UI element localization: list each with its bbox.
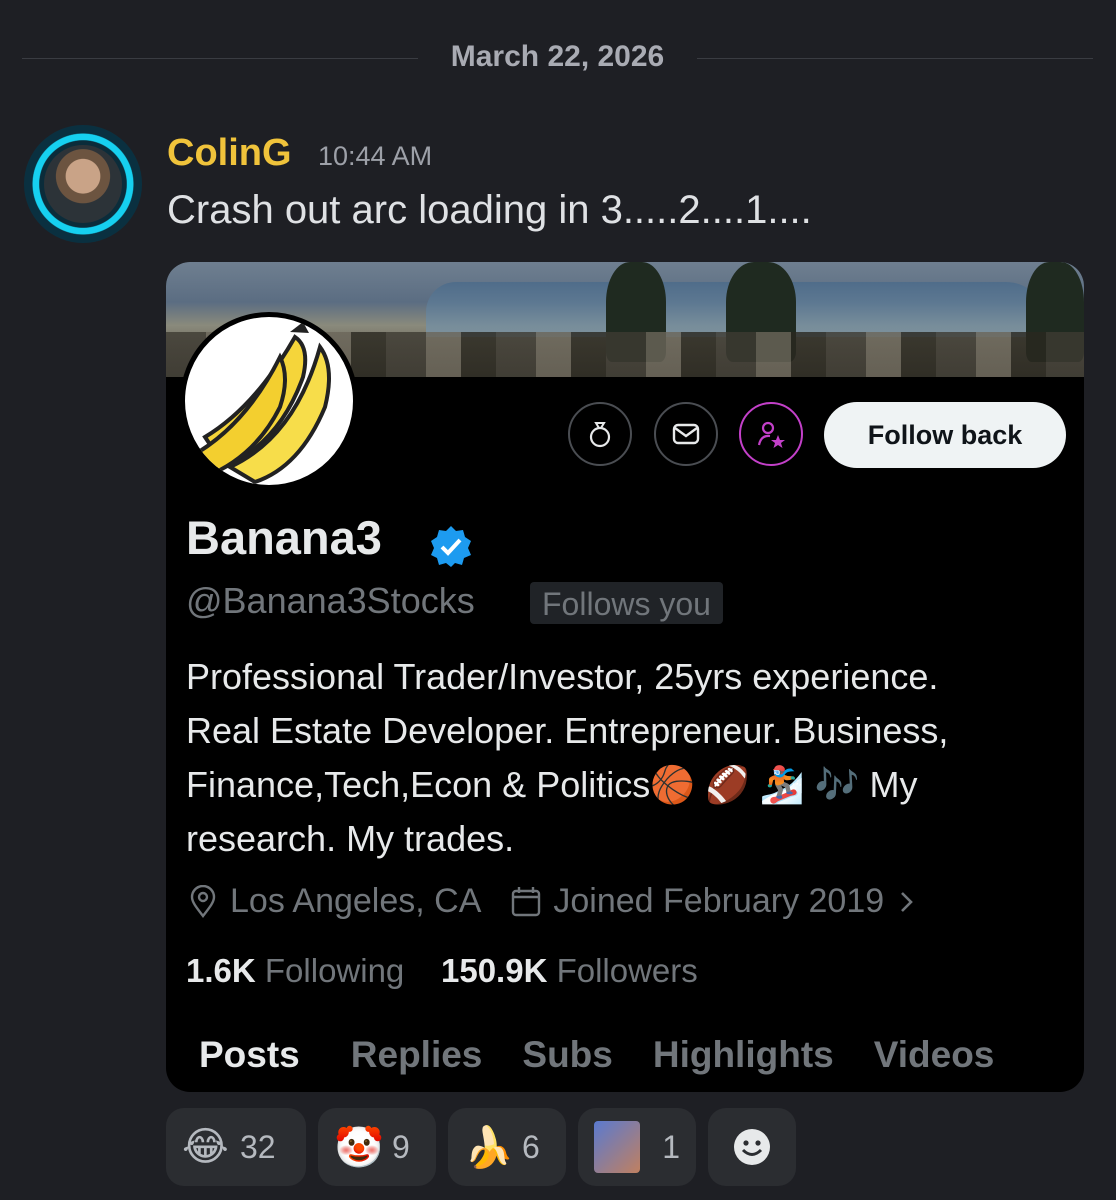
follow-back-button[interactable]: Follow back [824,402,1066,468]
date-divider: March 22, 2026 [450,40,665,73]
verified-badge-icon [431,526,471,567]
reaction-custom-avatar[interactable]: 1 [578,1108,696,1186]
tab-subs[interactable]: Subs [500,1034,630,1076]
reaction-count: 32 [240,1128,276,1165]
message-text: Crash out arc loading in 3.....2....1...… [167,188,812,232]
following-label: Following [264,952,405,989]
tab-highlights[interactable]: Highlights [631,1034,852,1076]
reaction-count: 6 [522,1128,540,1165]
reaction-banana[interactable]: 🍌 6 [448,1108,566,1186]
tab-replies[interactable]: Replies [318,1034,501,1076]
reaction-count: 1 [662,1128,680,1165]
add-reaction-button[interactable] [708,1108,796,1186]
subscribe-button[interactable] [739,402,803,466]
avatar-photo [44,145,122,223]
tab-posts[interactable]: Posts [166,1034,318,1076]
tip-button[interactable] [568,402,632,466]
calendar-icon [512,886,541,916]
author-avatar[interactable] [24,125,142,243]
bio-line: Finance,Tech,Econ & Politics🏀 🏈 🏂 🎶 My [186,764,918,805]
bio-line: research. My trades. [186,818,515,859]
tab-videos[interactable]: Videos [852,1034,1013,1076]
follows-you-badge: Follows you [530,582,723,624]
reaction-clown[interactable]: 🤡 9 [318,1108,436,1186]
profile-bio: Professional Trader/Investor, 25yrs expe… [186,650,1056,866]
bio-line: Real Estate Developer. Entrepreneur. Bus… [186,710,949,751]
followers-count: 150.9K [440,952,548,989]
profile-picture[interactable] [180,312,358,490]
custom-avatar-emoji-icon [594,1121,641,1173]
date-divider-line-right [697,58,1093,59]
location-text: Los Angeles, CA [230,882,482,920]
reaction-laughing[interactable]: 😂 32 [166,1108,306,1186]
location-pin-icon [190,884,216,918]
profile-embed-card[interactable]: Follow back Banana3 @Banana3Stocks Follo… [166,262,1084,1092]
user-star-icon [757,421,785,448]
profile-handle: @Banana3Stocks [186,580,475,621]
author-name[interactable]: ColinG [167,132,292,175]
reaction-bar: 😂 32 🤡 9 🍌 6 1 [166,1108,808,1186]
location: Los Angeles, CA [186,882,481,921]
join-date-text: Joined February 2019 [553,882,885,920]
money-bag-icon [589,422,611,448]
mail-icon [672,423,700,445]
following-link[interactable]: 1.6K Following [186,952,404,989]
banana-emoji-icon: 🍌 [464,1125,514,1170]
message-button[interactable] [654,402,718,466]
profile-meta: Los Angeles, CA Joined February 2019 [186,882,948,921]
reaction-count: 9 [392,1128,410,1165]
clown-emoji-icon: 🤡 [334,1125,384,1170]
date-divider-line-left [22,58,418,59]
message-timestamp: 10:44 AM [318,141,433,171]
smiley-add-reaction-icon [734,1129,770,1165]
laughing-emoji-icon: 😂 [182,1125,229,1169]
follow-stats: 1.6K Following 150.9K Followers [186,952,698,990]
followers-label: Followers [556,952,698,989]
profile-tabs: Posts Replies Subs Highlights Videos [166,1034,1084,1076]
followers-link[interactable]: 150.9K Followers [441,952,698,989]
chevron-right-icon [901,891,914,912]
following-count: 1.6K [186,952,256,989]
display-name: Banana3 [186,511,382,564]
bio-line: Professional Trader/Investor, 25yrs expe… [186,656,939,697]
join-date[interactable]: Joined February 2019 [509,882,920,921]
